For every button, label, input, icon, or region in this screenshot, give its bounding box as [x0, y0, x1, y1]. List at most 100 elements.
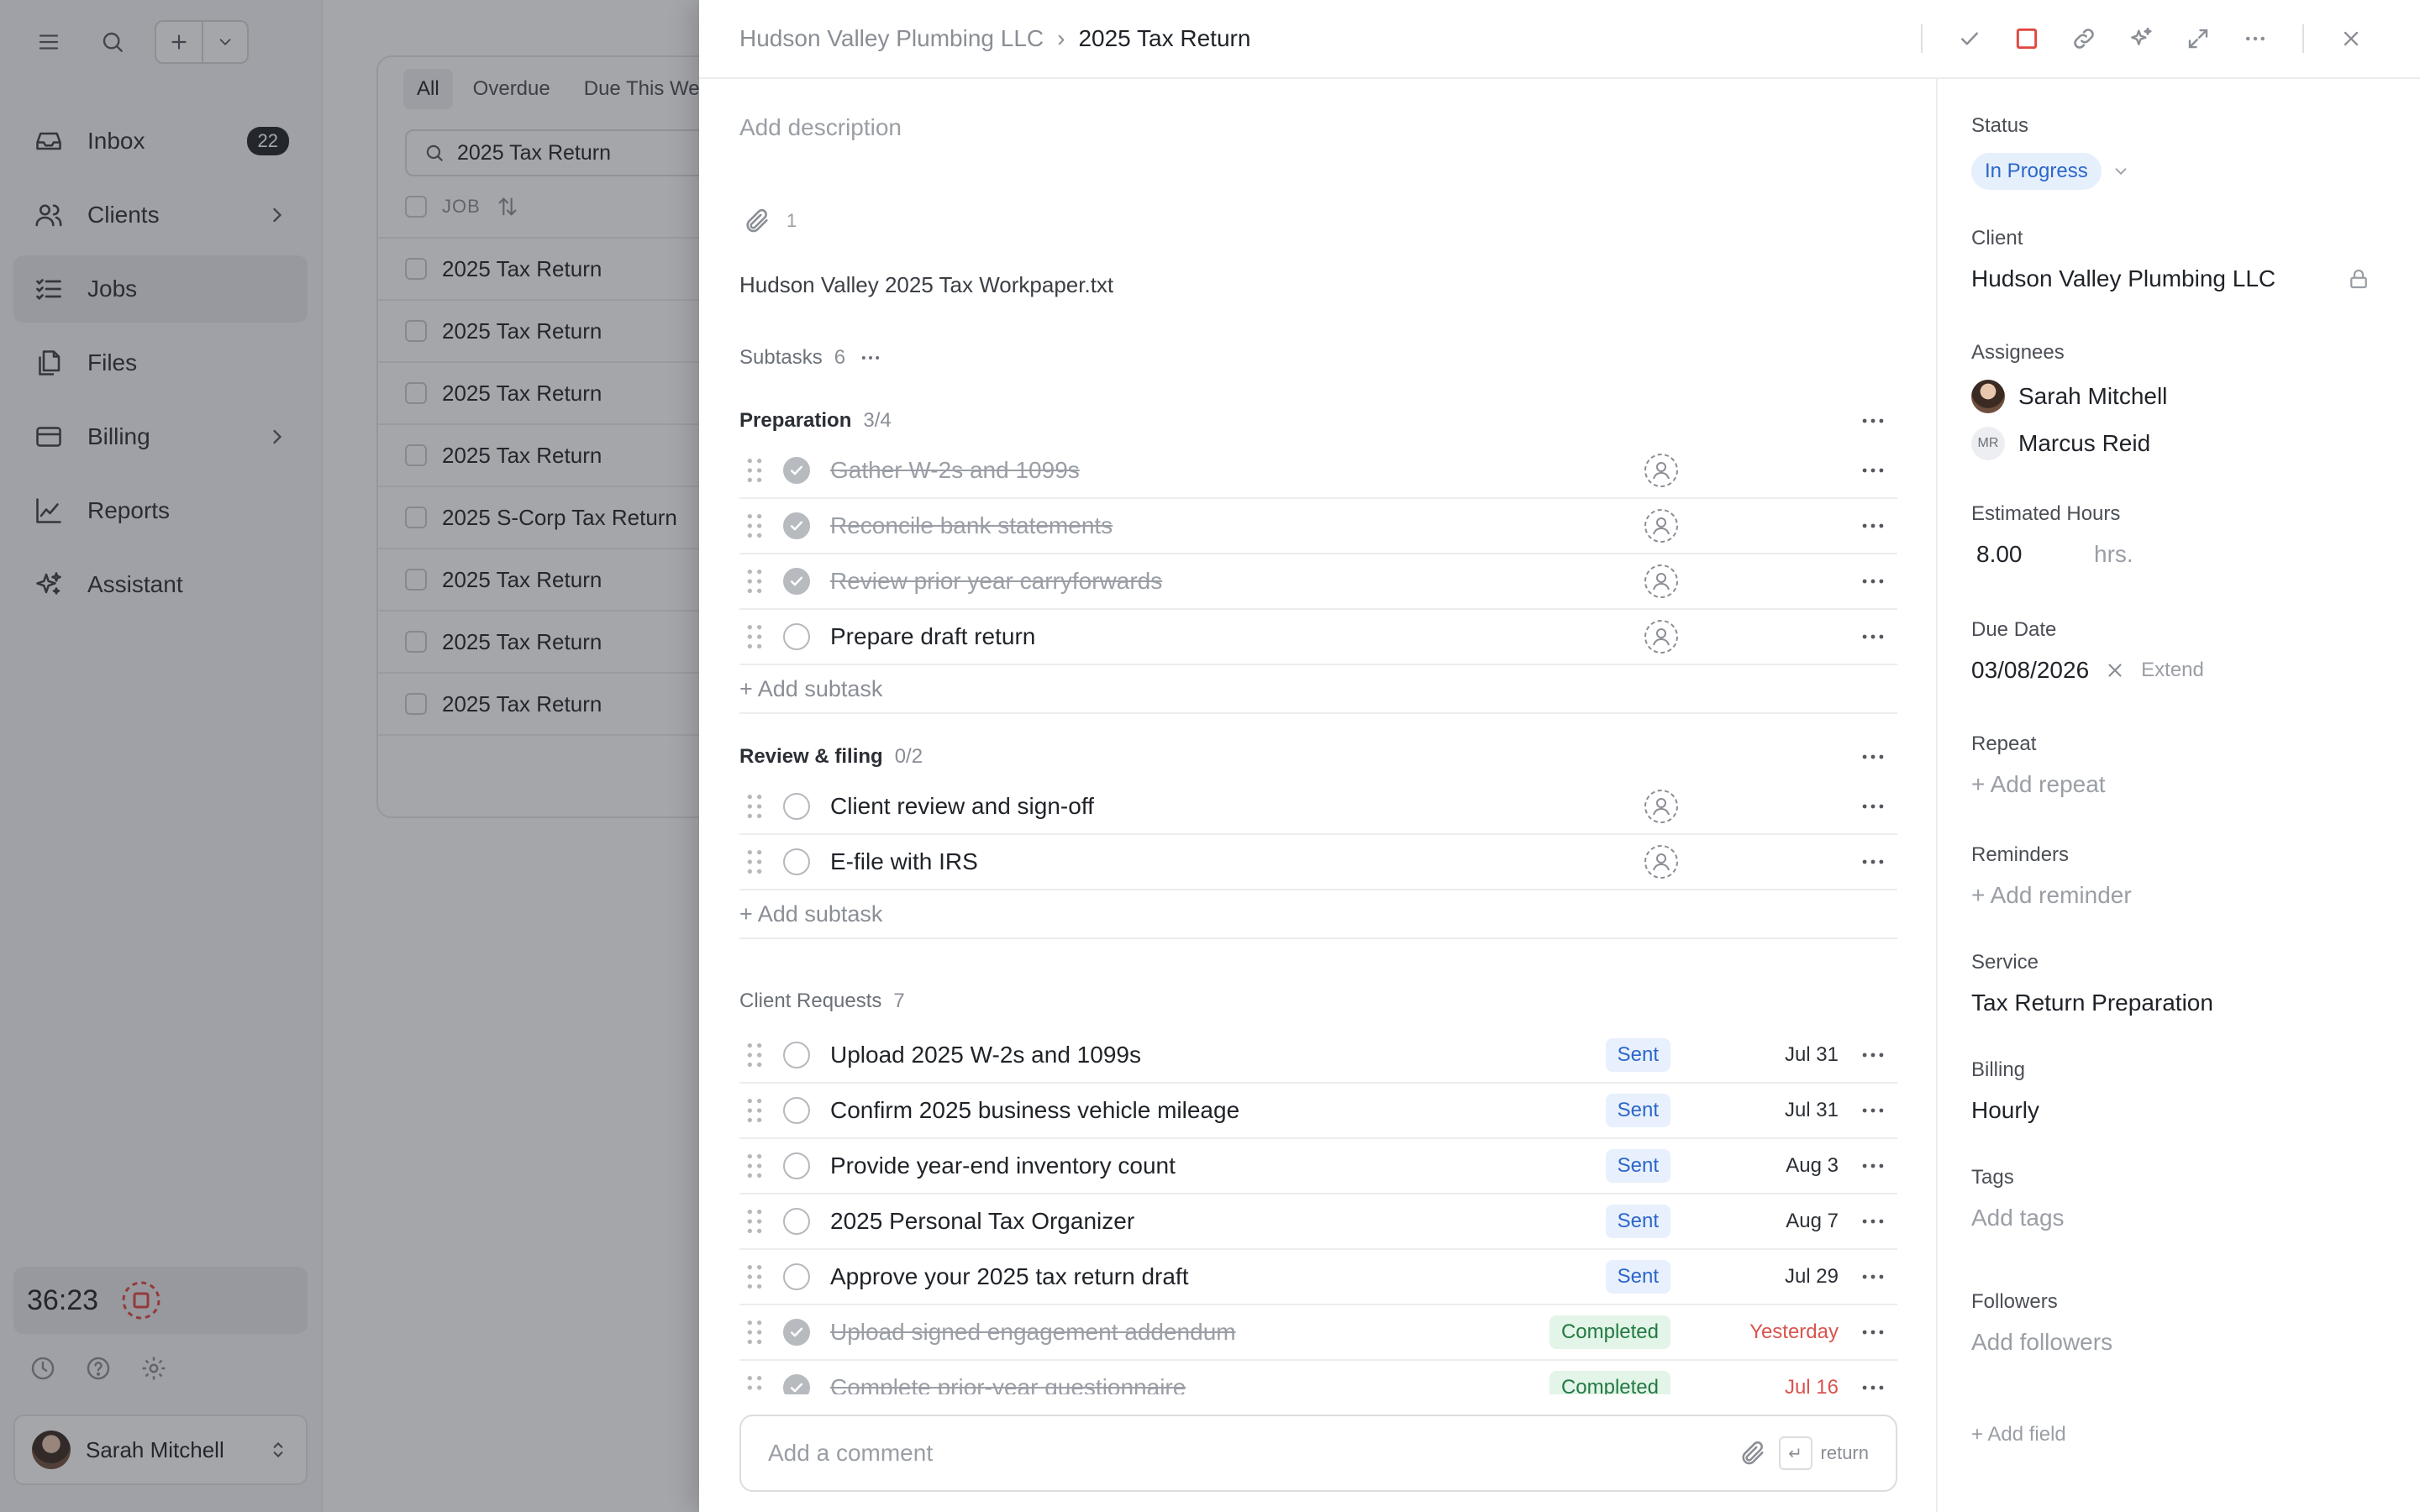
- more-horizontal-icon[interactable]: [1859, 1096, 1887, 1125]
- add-subtask-button[interactable]: + Add subtask: [739, 890, 1897, 939]
- more-horizontal-icon[interactable]: [1859, 1152, 1887, 1180]
- list-item[interactable]: Review prior year carryforwards: [739, 554, 1897, 610]
- request-checkbox[interactable]: [783, 1374, 810, 1394]
- subtask-title[interactable]: Review prior year carryforwards: [830, 568, 1644, 595]
- assign-user-icon[interactable]: [1644, 453, 1679, 488]
- more-horizontal-icon[interactable]: [1859, 1263, 1887, 1291]
- assign-user-icon[interactable]: [1644, 564, 1679, 599]
- drag-handle-icon[interactable]: [744, 512, 765, 540]
- request-checkbox[interactable]: [783, 1097, 810, 1124]
- subtask-checkbox[interactable]: [783, 568, 810, 595]
- breadcrumb-client[interactable]: Hudson Valley Plumbing LLC: [739, 25, 1044, 52]
- list-item[interactable]: Reconcile bank statements: [739, 499, 1897, 554]
- subtask-title[interactable]: Reconcile bank statements: [830, 512, 1644, 539]
- add-field-button[interactable]: + Add field: [1971, 1423, 2391, 1446]
- expand-icon[interactable]: [2170, 10, 2227, 67]
- subtask-title[interactable]: Gather W-2s and 1099s: [830, 457, 1644, 484]
- more-horizontal-icon[interactable]: [2227, 10, 2284, 67]
- add-subtask-button[interactable]: + Add subtask: [739, 665, 1897, 714]
- list-item[interactable]: E-file with IRS: [739, 835, 1897, 890]
- subtask-checkbox[interactable]: [783, 848, 810, 875]
- drag-handle-icon[interactable]: [744, 1373, 765, 1394]
- sparkles-icon[interactable]: [2112, 10, 2170, 67]
- more-horizontal-icon[interactable]: [1859, 1318, 1887, 1347]
- drag-handle-icon[interactable]: [744, 1318, 765, 1347]
- followers-input[interactable]: Add followers: [1971, 1329, 2391, 1356]
- request-checkbox[interactable]: [783, 1042, 810, 1068]
- extend-button[interactable]: Extend: [2141, 659, 2204, 682]
- request-title[interactable]: Provide year-end inventory count: [830, 1152, 1606, 1179]
- assign-user-icon[interactable]: [1644, 844, 1679, 879]
- attachments-toggle[interactable]: 1: [743, 207, 797, 235]
- subtask-checkbox[interactable]: [783, 793, 810, 820]
- drag-handle-icon[interactable]: [744, 1207, 765, 1236]
- drag-handle-icon[interactable]: [744, 1263, 765, 1291]
- assignee[interactable]: Sarah Mitchell: [1971, 380, 2391, 413]
- stop-square-icon[interactable]: [1998, 10, 2055, 67]
- more-horizontal-icon[interactable]: [1859, 1041, 1887, 1069]
- description-input[interactable]: Add description: [739, 114, 902, 141]
- link-icon[interactable]: [2055, 10, 2112, 67]
- list-item[interactable]: Provide year-end inventory count Sent Au…: [739, 1139, 1897, 1194]
- paperclip-icon[interactable]: [1739, 1439, 1767, 1467]
- clear-date-icon[interactable]: [2104, 659, 2126, 681]
- more-horizontal-icon[interactable]: [1859, 456, 1887, 485]
- assignee[interactable]: MR Marcus Reid: [1971, 427, 2391, 460]
- request-checkbox[interactable]: [783, 1152, 810, 1179]
- drag-handle-icon[interactable]: [744, 1152, 765, 1180]
- list-item[interactable]: Approve your 2025 tax return draft Sent …: [739, 1250, 1897, 1305]
- subtask-checkbox[interactable]: [783, 512, 810, 539]
- drag-handle-icon[interactable]: [744, 848, 765, 876]
- request-title[interactable]: Approve your 2025 tax return draft: [830, 1263, 1606, 1290]
- subtask-title[interactable]: Client review and sign-off: [830, 793, 1644, 820]
- status-dropdown[interactable]: In Progress: [1971, 153, 2391, 190]
- list-item[interactable]: Confirm 2025 business vehicle mileage Se…: [739, 1084, 1897, 1139]
- subtask-title[interactable]: E-file with IRS: [830, 848, 1644, 875]
- list-item[interactable]: Upload signed engagement addendum Comple…: [739, 1305, 1897, 1361]
- list-item[interactable]: Gather W-2s and 1099s: [739, 444, 1897, 499]
- drag-handle-icon[interactable]: [744, 792, 765, 821]
- subtask-checkbox[interactable]: [783, 457, 810, 484]
- request-title[interactable]: Confirm 2025 business vehicle mileage: [830, 1097, 1606, 1124]
- drag-handle-icon[interactable]: [744, 1096, 765, 1125]
- attachment-file[interactable]: Hudson Valley 2025 Tax Workpaper.txt: [739, 272, 1113, 298]
- tags-input[interactable]: Add tags: [1971, 1205, 2391, 1231]
- more-horizontal-icon[interactable]: [859, 346, 882, 370]
- client-value[interactable]: Hudson Valley Plumbing LLC: [1971, 265, 2275, 292]
- more-horizontal-icon[interactable]: [1859, 743, 1887, 771]
- more-horizontal-icon[interactable]: [1859, 1207, 1887, 1236]
- more-horizontal-icon[interactable]: [1859, 567, 1887, 596]
- list-item[interactable]: Prepare draft return: [739, 610, 1897, 665]
- request-title[interactable]: Upload 2025 W-2s and 1099s: [830, 1042, 1606, 1068]
- due-date-value[interactable]: 03/08/2026: [1971, 657, 2089, 684]
- drag-handle-icon[interactable]: [744, 567, 765, 596]
- request-checkbox[interactable]: [783, 1208, 810, 1235]
- more-horizontal-icon[interactable]: [1859, 407, 1887, 435]
- list-item[interactable]: Upload 2025 W-2s and 1099s Sent Jul 31: [739, 1028, 1897, 1084]
- drag-handle-icon[interactable]: [744, 456, 765, 485]
- estimated-hours-input[interactable]: 8.00 hrs.: [1971, 541, 2391, 568]
- billing-value[interactable]: Hourly: [1971, 1097, 2391, 1124]
- more-horizontal-icon[interactable]: [1859, 848, 1887, 876]
- close-icon[interactable]: [2323, 10, 2380, 67]
- request-title[interactable]: 2025 Personal Tax Organizer: [830, 1208, 1606, 1235]
- check-icon[interactable]: [1941, 10, 1998, 67]
- request-title[interactable]: Complete prior-year questionnaire: [830, 1374, 1549, 1394]
- assign-user-icon[interactable]: [1644, 508, 1679, 543]
- list-item[interactable]: 2025 Personal Tax Organizer Sent Aug 7: [739, 1194, 1897, 1250]
- request-title[interactable]: Upload signed engagement addendum: [830, 1319, 1549, 1346]
- more-horizontal-icon[interactable]: [1859, 622, 1887, 651]
- request-checkbox[interactable]: [783, 1319, 810, 1346]
- assign-user-icon[interactable]: [1644, 789, 1679, 824]
- comment-input[interactable]: Add a comment ↵ return: [739, 1415, 1897, 1492]
- drag-handle-icon[interactable]: [744, 622, 765, 651]
- assign-user-icon[interactable]: [1644, 619, 1679, 654]
- request-checkbox[interactable]: [783, 1263, 810, 1290]
- subtask-title[interactable]: Prepare draft return: [830, 623, 1644, 650]
- list-item[interactable]: Client review and sign-off: [739, 780, 1897, 835]
- list-item[interactable]: Complete prior-year questionnaire Comple…: [739, 1361, 1897, 1394]
- add-reminder-button[interactable]: + Add reminder: [1971, 882, 2391, 909]
- service-value[interactable]: Tax Return Preparation: [1971, 990, 2391, 1016]
- more-horizontal-icon[interactable]: [1859, 1373, 1887, 1394]
- subtask-checkbox[interactable]: [783, 623, 810, 650]
